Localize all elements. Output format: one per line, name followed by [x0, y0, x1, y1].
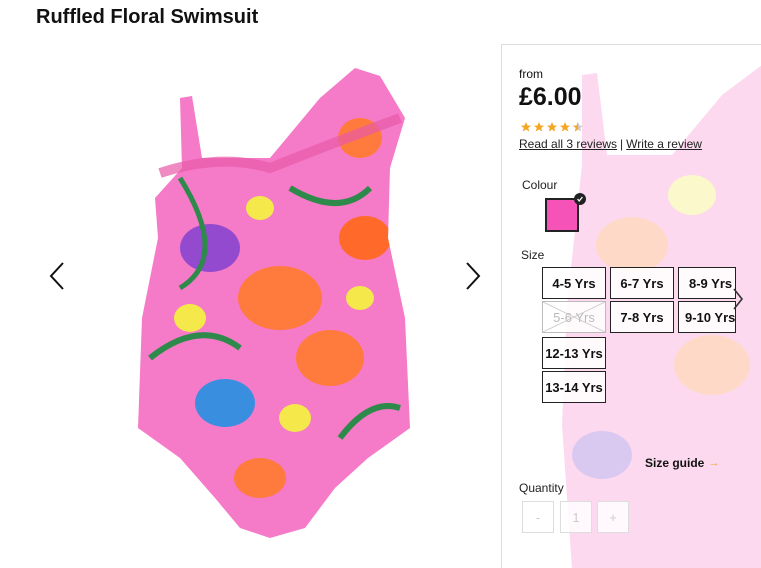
price-from-label: from	[519, 67, 543, 81]
gallery-prev-button[interactable]	[42, 256, 72, 296]
size-guide-label: Size guide	[645, 456, 705, 470]
star-half-icon	[573, 122, 583, 132]
size-scroll-next-button[interactable]	[731, 286, 745, 312]
colour-swatch-pink[interactable]	[545, 198, 579, 232]
size-option-13-14[interactable]: 13-14 Yrs	[542, 371, 606, 403]
size-option-label: 5-6 Yrs	[553, 309, 595, 325]
chevron-right-icon	[466, 262, 481, 290]
size-option-label: 12-13 Yrs	[545, 345, 603, 361]
arrow-right-icon: →	[708, 457, 720, 469]
chevron-left-icon	[49, 262, 64, 290]
reviews-links: Read all 3 reviews | Write a review	[519, 137, 702, 151]
quantity-increment-button[interactable]: +	[597, 501, 629, 533]
star-icon	[534, 122, 544, 132]
star-icon	[560, 122, 570, 132]
size-option-label: 8-9 Yrs	[689, 275, 733, 291]
size-option-label: 9-10 Yrs	[685, 309, 736, 325]
product-image	[138, 68, 410, 538]
size-option-4-5[interactable]: 4-5 Yrs	[542, 267, 606, 299]
chevron-right-icon	[733, 288, 744, 310]
check-icon	[574, 193, 586, 205]
size-guide-link[interactable]: Size guide →	[645, 456, 719, 470]
quantity-decrement-button[interactable]: -	[522, 501, 554, 533]
size-option-label: 4-5 Yrs	[552, 275, 596, 291]
size-option-7-8[interactable]: 7-8 Yrs	[610, 301, 674, 333]
star-icon	[521, 122, 531, 132]
quantity-label: Quantity	[519, 481, 564, 495]
rating-stars	[520, 121, 584, 133]
size-option-label: 7-8 Yrs	[620, 309, 664, 325]
size-option-label: 13-14 Yrs	[545, 379, 603, 395]
write-review-link[interactable]: Write a review	[626, 137, 702, 151]
size-option-label: 6-7 Yrs	[620, 275, 664, 291]
size-label: Size	[521, 248, 545, 262]
gallery-next-button[interactable]	[458, 256, 488, 296]
colour-label: Colour	[522, 178, 558, 192]
read-reviews-link[interactable]: Read all 3 reviews	[519, 137, 617, 151]
size-option-9-10[interactable]: 9-10 Yrs	[678, 301, 736, 333]
size-option-6-7[interactable]: 6-7 Yrs	[610, 267, 674, 299]
size-option-12-13[interactable]: 12-13 Yrs	[542, 337, 606, 369]
product-gallery	[0, 40, 500, 568]
purchase-panel: from £6.00 Read all 3 reviews | Write a re…	[501, 44, 761, 568]
product-price: £6.00	[519, 83, 582, 111]
star-icon	[547, 122, 557, 132]
size-option-8-9[interactable]: 8-9 Yrs	[678, 267, 736, 299]
reviews-separator: |	[620, 137, 624, 151]
product-title: Ruffled Floral Swimsuit	[36, 6, 259, 28]
quantity-input[interactable]: 1	[560, 501, 592, 533]
size-option-5-6-unavailable[interactable]: 5-6 Yrs	[542, 301, 606, 333]
